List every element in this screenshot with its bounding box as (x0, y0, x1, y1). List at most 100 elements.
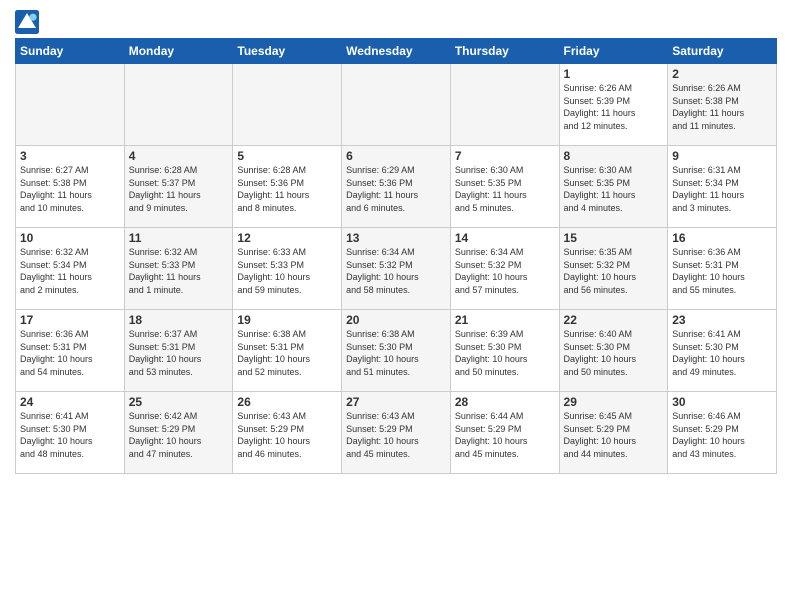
calendar-cell: 22Sunrise: 6:40 AM Sunset: 5:30 PM Dayli… (559, 310, 668, 392)
day-number: 15 (564, 231, 664, 245)
day-info: Sunrise: 6:42 AM Sunset: 5:29 PM Dayligh… (129, 410, 229, 460)
day-info: Sunrise: 6:41 AM Sunset: 5:30 PM Dayligh… (672, 328, 772, 378)
day-info: Sunrise: 6:36 AM Sunset: 5:31 PM Dayligh… (20, 328, 120, 378)
day-number: 3 (20, 149, 120, 163)
calendar-cell: 5Sunrise: 6:28 AM Sunset: 5:36 PM Daylig… (233, 146, 342, 228)
day-info: Sunrise: 6:38 AM Sunset: 5:30 PM Dayligh… (346, 328, 446, 378)
calendar-cell: 30Sunrise: 6:46 AM Sunset: 5:29 PM Dayli… (668, 392, 777, 474)
day-info: Sunrise: 6:30 AM Sunset: 5:35 PM Dayligh… (564, 164, 664, 214)
day-number: 8 (564, 149, 664, 163)
calendar-cell: 7Sunrise: 6:30 AM Sunset: 5:35 PM Daylig… (450, 146, 559, 228)
day-info: Sunrise: 6:35 AM Sunset: 5:32 PM Dayligh… (564, 246, 664, 296)
day-info: Sunrise: 6:33 AM Sunset: 5:33 PM Dayligh… (237, 246, 337, 296)
week-row-1: 1Sunrise: 6:26 AM Sunset: 5:39 PM Daylig… (16, 64, 777, 146)
week-row-4: 17Sunrise: 6:36 AM Sunset: 5:31 PM Dayli… (16, 310, 777, 392)
day-number: 16 (672, 231, 772, 245)
calendar-cell: 10Sunrise: 6:32 AM Sunset: 5:34 PM Dayli… (16, 228, 125, 310)
calendar-cell: 17Sunrise: 6:36 AM Sunset: 5:31 PM Dayli… (16, 310, 125, 392)
day-number: 26 (237, 395, 337, 409)
day-info: Sunrise: 6:32 AM Sunset: 5:34 PM Dayligh… (20, 246, 120, 296)
calendar-cell: 18Sunrise: 6:37 AM Sunset: 5:31 PM Dayli… (124, 310, 233, 392)
calendar-cell: 15Sunrise: 6:35 AM Sunset: 5:32 PM Dayli… (559, 228, 668, 310)
calendar-cell: 25Sunrise: 6:42 AM Sunset: 5:29 PM Dayli… (124, 392, 233, 474)
day-number: 24 (20, 395, 120, 409)
calendar-cell (124, 64, 233, 146)
weekday-header-row: SundayMondayTuesdayWednesdayThursdayFrid… (16, 39, 777, 64)
day-number: 11 (129, 231, 229, 245)
day-info: Sunrise: 6:28 AM Sunset: 5:36 PM Dayligh… (237, 164, 337, 214)
calendar-cell: 6Sunrise: 6:29 AM Sunset: 5:36 PM Daylig… (342, 146, 451, 228)
day-number: 7 (455, 149, 555, 163)
calendar-cell: 23Sunrise: 6:41 AM Sunset: 5:30 PM Dayli… (668, 310, 777, 392)
calendar-cell (342, 64, 451, 146)
day-number: 6 (346, 149, 446, 163)
calendar-cell (233, 64, 342, 146)
day-info: Sunrise: 6:26 AM Sunset: 5:38 PM Dayligh… (672, 82, 772, 132)
calendar-cell: 28Sunrise: 6:44 AM Sunset: 5:29 PM Dayli… (450, 392, 559, 474)
weekday-header-sunday: Sunday (16, 39, 125, 64)
day-info: Sunrise: 6:41 AM Sunset: 5:30 PM Dayligh… (20, 410, 120, 460)
calendar-cell: 9Sunrise: 6:31 AM Sunset: 5:34 PM Daylig… (668, 146, 777, 228)
day-info: Sunrise: 6:34 AM Sunset: 5:32 PM Dayligh… (346, 246, 446, 296)
day-number: 25 (129, 395, 229, 409)
day-number: 21 (455, 313, 555, 327)
weekday-header-friday: Friday (559, 39, 668, 64)
day-info: Sunrise: 6:38 AM Sunset: 5:31 PM Dayligh… (237, 328, 337, 378)
calendar-cell (450, 64, 559, 146)
weekday-header-thursday: Thursday (450, 39, 559, 64)
day-number: 12 (237, 231, 337, 245)
day-info: Sunrise: 6:44 AM Sunset: 5:29 PM Dayligh… (455, 410, 555, 460)
weekday-header-monday: Monday (124, 39, 233, 64)
logo-icon (15, 10, 39, 34)
day-info: Sunrise: 6:43 AM Sunset: 5:29 PM Dayligh… (237, 410, 337, 460)
logo (15, 10, 43, 34)
header (15, 10, 777, 34)
day-number: 19 (237, 313, 337, 327)
calendar-cell: 13Sunrise: 6:34 AM Sunset: 5:32 PM Dayli… (342, 228, 451, 310)
day-info: Sunrise: 6:36 AM Sunset: 5:31 PM Dayligh… (672, 246, 772, 296)
calendar-cell: 19Sunrise: 6:38 AM Sunset: 5:31 PM Dayli… (233, 310, 342, 392)
calendar-cell: 16Sunrise: 6:36 AM Sunset: 5:31 PM Dayli… (668, 228, 777, 310)
day-number: 14 (455, 231, 555, 245)
day-info: Sunrise: 6:29 AM Sunset: 5:36 PM Dayligh… (346, 164, 446, 214)
day-number: 10 (20, 231, 120, 245)
day-number: 23 (672, 313, 772, 327)
day-info: Sunrise: 6:32 AM Sunset: 5:33 PM Dayligh… (129, 246, 229, 296)
day-info: Sunrise: 6:39 AM Sunset: 5:30 PM Dayligh… (455, 328, 555, 378)
day-number: 1 (564, 67, 664, 81)
day-number: 4 (129, 149, 229, 163)
day-number: 18 (129, 313, 229, 327)
calendar-cell (16, 64, 125, 146)
week-row-5: 24Sunrise: 6:41 AM Sunset: 5:30 PM Dayli… (16, 392, 777, 474)
day-number: 17 (20, 313, 120, 327)
day-info: Sunrise: 6:30 AM Sunset: 5:35 PM Dayligh… (455, 164, 555, 214)
day-info: Sunrise: 6:28 AM Sunset: 5:37 PM Dayligh… (129, 164, 229, 214)
calendar-table: SundayMondayTuesdayWednesdayThursdayFrid… (15, 38, 777, 474)
day-number: 20 (346, 313, 446, 327)
day-info: Sunrise: 6:45 AM Sunset: 5:29 PM Dayligh… (564, 410, 664, 460)
calendar-cell: 11Sunrise: 6:32 AM Sunset: 5:33 PM Dayli… (124, 228, 233, 310)
calendar-cell: 29Sunrise: 6:45 AM Sunset: 5:29 PM Dayli… (559, 392, 668, 474)
day-number: 29 (564, 395, 664, 409)
calendar-cell: 24Sunrise: 6:41 AM Sunset: 5:30 PM Dayli… (16, 392, 125, 474)
week-row-3: 10Sunrise: 6:32 AM Sunset: 5:34 PM Dayli… (16, 228, 777, 310)
calendar-cell: 14Sunrise: 6:34 AM Sunset: 5:32 PM Dayli… (450, 228, 559, 310)
day-number: 9 (672, 149, 772, 163)
day-info: Sunrise: 6:43 AM Sunset: 5:29 PM Dayligh… (346, 410, 446, 460)
day-info: Sunrise: 6:40 AM Sunset: 5:30 PM Dayligh… (564, 328, 664, 378)
calendar-cell: 1Sunrise: 6:26 AM Sunset: 5:39 PM Daylig… (559, 64, 668, 146)
calendar-cell: 20Sunrise: 6:38 AM Sunset: 5:30 PM Dayli… (342, 310, 451, 392)
day-info: Sunrise: 6:26 AM Sunset: 5:39 PM Dayligh… (564, 82, 664, 132)
calendar-cell: 4Sunrise: 6:28 AM Sunset: 5:37 PM Daylig… (124, 146, 233, 228)
day-info: Sunrise: 6:27 AM Sunset: 5:38 PM Dayligh… (20, 164, 120, 214)
calendar-cell: 2Sunrise: 6:26 AM Sunset: 5:38 PM Daylig… (668, 64, 777, 146)
day-info: Sunrise: 6:46 AM Sunset: 5:29 PM Dayligh… (672, 410, 772, 460)
calendar-cell: 12Sunrise: 6:33 AM Sunset: 5:33 PM Dayli… (233, 228, 342, 310)
day-number: 13 (346, 231, 446, 245)
day-info: Sunrise: 6:31 AM Sunset: 5:34 PM Dayligh… (672, 164, 772, 214)
day-number: 28 (455, 395, 555, 409)
day-info: Sunrise: 6:37 AM Sunset: 5:31 PM Dayligh… (129, 328, 229, 378)
weekday-header-tuesday: Tuesday (233, 39, 342, 64)
day-number: 22 (564, 313, 664, 327)
calendar-cell: 27Sunrise: 6:43 AM Sunset: 5:29 PM Dayli… (342, 392, 451, 474)
